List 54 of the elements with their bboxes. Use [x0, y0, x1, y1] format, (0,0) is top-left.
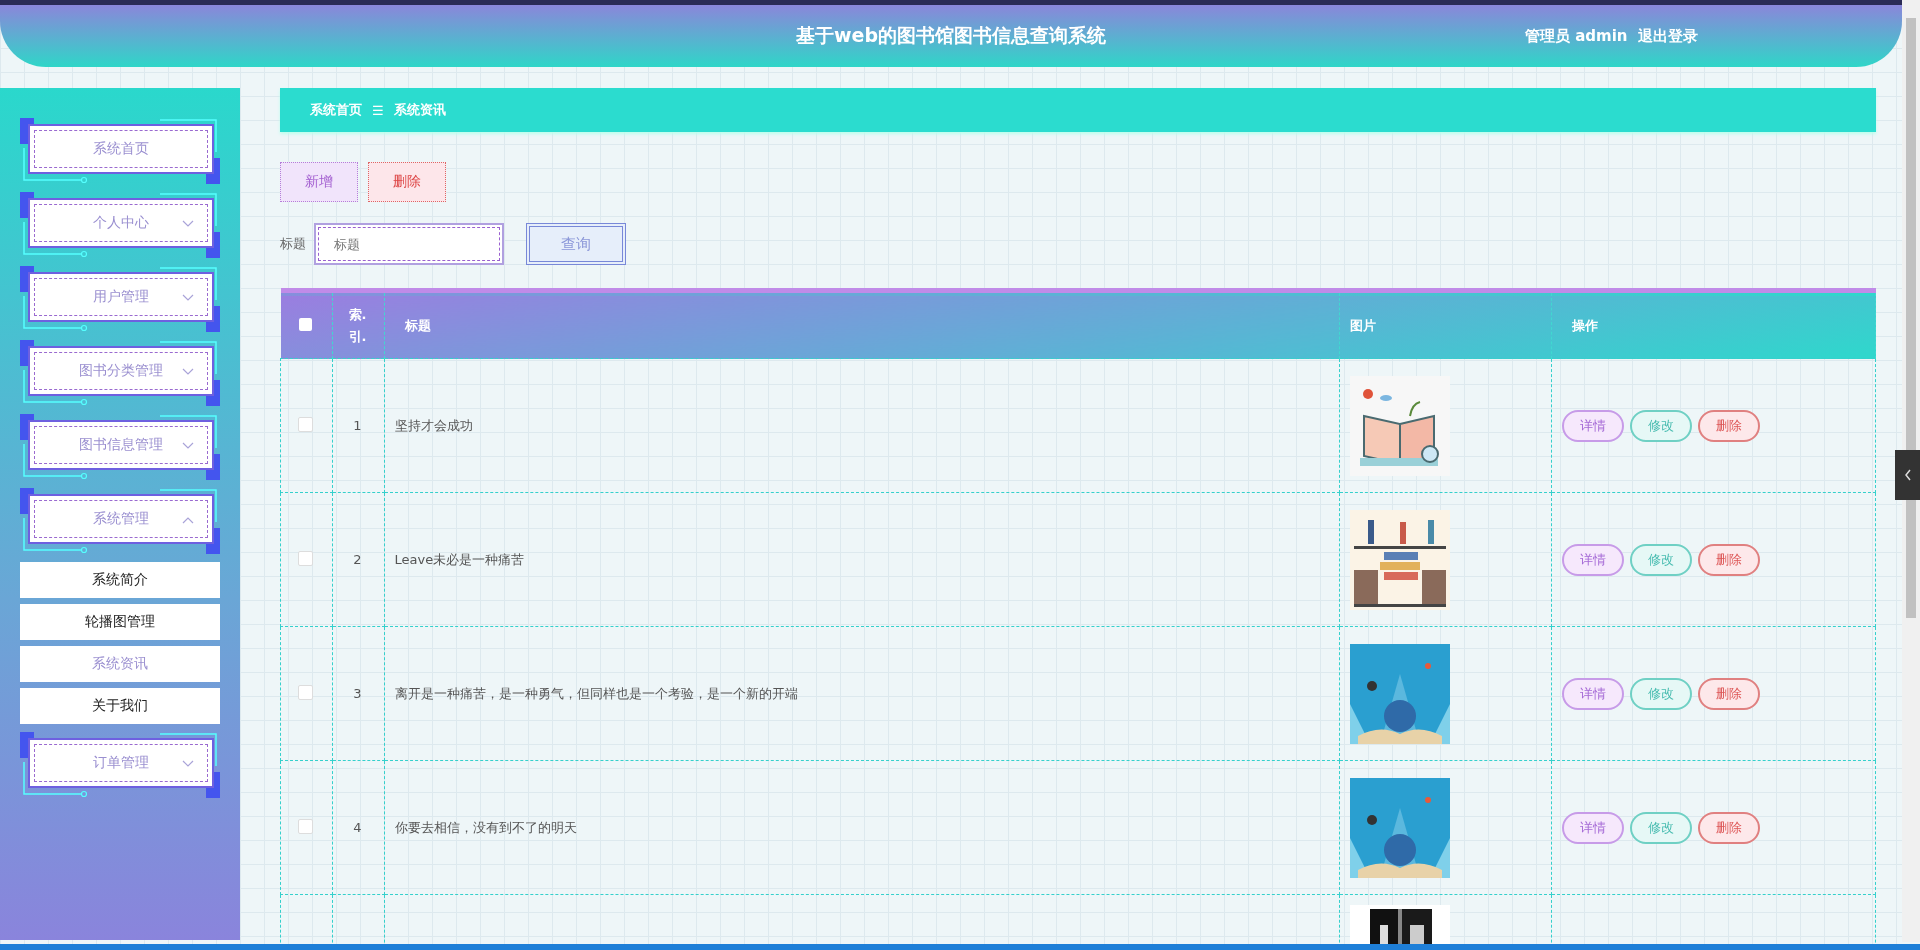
table-cell: 2: [353, 552, 362, 567]
column-header: 图片: [1350, 317, 1376, 333]
delete-button[interactable]: 删除: [1698, 811, 1760, 844]
search-label: 标题: [280, 235, 306, 253]
add-button[interactable]: 新增: [280, 162, 358, 202]
table-cell: Leave未必是一种痛苦: [394, 551, 525, 567]
menu-item[interactable]: 图书分类管理: [28, 346, 214, 396]
column-header: 操作: [1572, 317, 1598, 333]
chevron-left-icon: [1903, 469, 1912, 481]
table-cell: 4: [353, 820, 362, 835]
breadcrumb-link[interactable]: 系统资讯: [393, 101, 446, 119]
column-header: 索. 引.: [348, 305, 367, 346]
submenu-item[interactable]: 系统简介: [20, 562, 220, 598]
row-checkbox[interactable]: [298, 416, 314, 432]
search-button[interactable]: 查询: [526, 223, 626, 265]
table-cell: 坚持才会成功: [394, 417, 473, 433]
table-cell: 1: [353, 418, 362, 433]
edit-button[interactable]: 修改: [1630, 409, 1692, 442]
delete-button[interactable]: 删除: [368, 162, 446, 202]
row-checkbox[interactable]: [298, 684, 314, 700]
submenu-item[interactable]: 轮播图管理: [20, 604, 220, 640]
breadcrumb-link[interactable]: 系统首页: [310, 101, 362, 119]
logout-link[interactable]: 退出登录: [1637, 26, 1698, 46]
menu-item[interactable]: 订单管理: [28, 738, 214, 788]
table-cell: 你要去相信，没有到不了的明天: [394, 819, 577, 835]
select-all-checkbox[interactable]: [299, 317, 312, 331]
edit-button[interactable]: 修改: [1630, 811, 1692, 844]
menu-item[interactable]: 系统管理: [28, 494, 214, 544]
row-checkbox[interactable]: [298, 818, 314, 834]
column-header: 标题: [404, 317, 431, 333]
row-checkbox[interactable]: [298, 550, 314, 566]
search-field[interactable]: 标题: [314, 223, 504, 265]
user-label: 管理员 admin: [1525, 26, 1628, 46]
delete-button[interactable]: 删除: [1698, 677, 1760, 710]
edit-button[interactable]: 修改: [1630, 543, 1692, 576]
edit-button[interactable]: 修改: [1630, 677, 1692, 710]
menu-item[interactable]: 用户管理: [28, 272, 214, 322]
details-button[interactable]: 详情: [1562, 811, 1624, 844]
scrollbar[interactable]: [1902, 0, 1920, 942]
system-title: 基于web的图书馆图书信息查询系统: [795, 23, 1106, 48]
delete-button[interactable]: 删除: [1698, 543, 1760, 576]
submenu-item[interactable]: 关于我们: [20, 688, 220, 724]
details-button[interactable]: 详情: [1562, 543, 1624, 576]
details-button[interactable]: 详情: [1562, 409, 1624, 442]
menu-item[interactable]: 个人中心: [28, 198, 214, 248]
table-cell: 离开是一种痛苦，是一种勇气，但同样也是一个考验，是一个新的开端: [394, 685, 798, 701]
collapse-tab[interactable]: [1895, 450, 1920, 500]
table-cell: 3: [353, 686, 362, 701]
submenu-item[interactable]: 系统资讯: [20, 646, 220, 682]
menu-item[interactable]: 系统首页: [28, 124, 214, 174]
delete-button[interactable]: 删除: [1698, 409, 1760, 442]
menu-item[interactable]: 图书信息管理: [28, 420, 214, 470]
details-button[interactable]: 详情: [1562, 677, 1624, 710]
breadcrumb-separator: ☰: [372, 102, 384, 118]
